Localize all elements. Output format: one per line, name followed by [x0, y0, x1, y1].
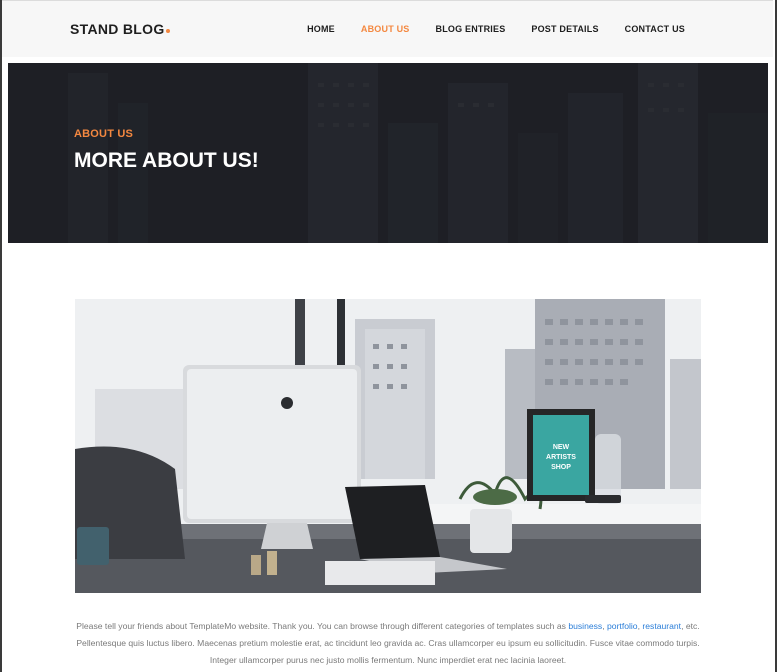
description-line-1-end: , etc. — [681, 621, 700, 631]
about-description: Please tell your friends about TemplateM… — [60, 618, 716, 669]
description-line-3: Integer ullamcorper purus nec justo moll… — [209, 655, 567, 665]
brand-name: STAND BLOG — [70, 21, 165, 37]
nav-item-home[interactable]: HOME — [307, 24, 335, 34]
nav-item-contact-us[interactable]: CONTACT US — [625, 24, 685, 34]
nav-item-about-us[interactable]: ABOUT US — [361, 24, 410, 34]
page-title: MORE ABOUT US! — [74, 149, 259, 172]
brand-logo[interactable]: STAND BLOG — [70, 21, 170, 37]
description-line-1-text: Please tell your friends about TemplateM… — [76, 621, 569, 631]
description-line-2: Pellentesque quis luctus libero. Maecena… — [76, 638, 700, 648]
link-restaurant[interactable]: restaurant — [642, 621, 681, 631]
description-line-1: Please tell your friends about TemplateM… — [60, 618, 716, 635]
svg-text:SHOP: SHOP — [551, 464, 571, 471]
main-nav: HOME ABOUT US BLOG ENTRIES POST DETAILS … — [307, 24, 685, 34]
nav-item-post-details[interactable]: POST DETAILS — [531, 24, 598, 34]
link-business[interactable]: business — [568, 621, 602, 631]
top-navbar: STAND BLOG HOME ABOUT US BLOG ENTRIES PO… — [2, 0, 773, 57]
svg-text:ARTISTS: ARTISTS — [546, 454, 576, 461]
office-desk-photo: NEW ARTISTS SHOP — [75, 299, 701, 593]
link-portfolio[interactable]: portfolio — [607, 621, 638, 631]
brand-dot-icon — [165, 29, 170, 33]
page-heading-banner: ABOUT US MORE ABOUT US! — [8, 63, 768, 243]
svg-text:NEW: NEW — [553, 444, 570, 451]
banner-kicker: ABOUT US — [74, 128, 134, 140]
nav-item-blog-entries[interactable]: BLOG ENTRIES — [436, 24, 506, 34]
office-desk-illustration: NEW ARTISTS SHOP — [75, 299, 701, 593]
